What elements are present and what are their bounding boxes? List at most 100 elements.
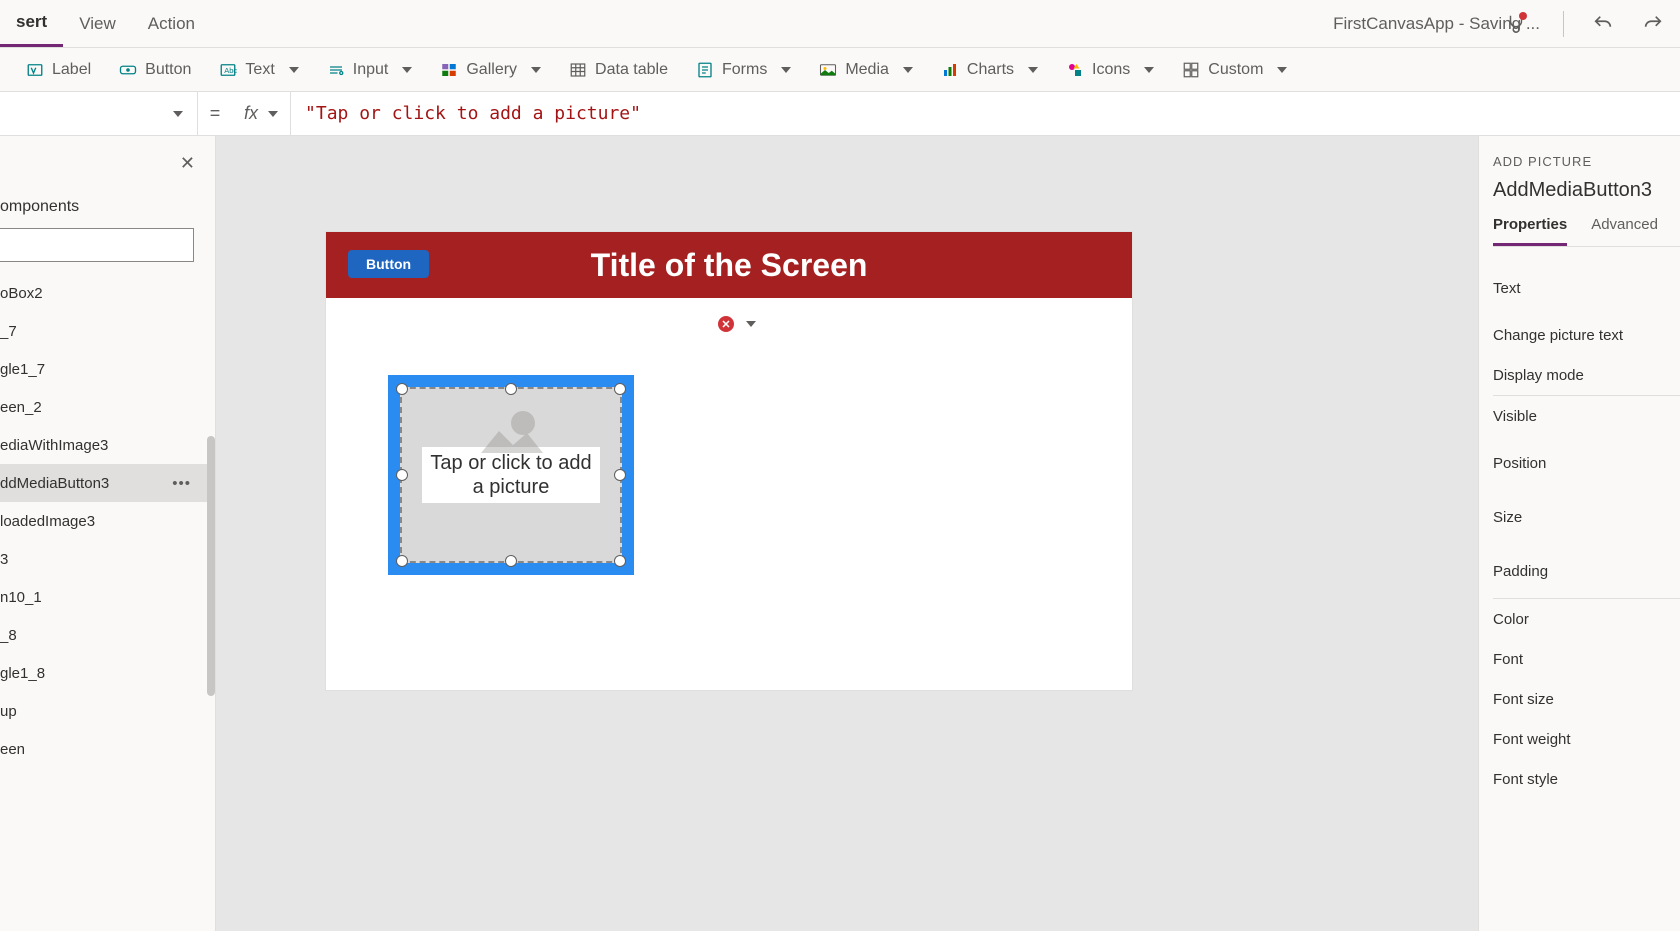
resize-handle[interactable]: [396, 555, 408, 567]
resize-handle[interactable]: [614, 555, 626, 567]
prop-position[interactable]: Position: [1493, 436, 1680, 490]
canvas[interactable]: Button Title of the Screen ✕ Tap or clic…: [216, 136, 1478, 931]
prop-padding[interactable]: Padding: [1493, 544, 1680, 598]
tree-item[interactable]: 3: [0, 540, 215, 578]
screen-title-label: Title of the Screen: [591, 247, 868, 284]
tree-item[interactable]: _8: [0, 616, 215, 654]
ribbon-text[interactable]: Abc Text: [219, 61, 298, 79]
tab-action[interactable]: Action: [132, 0, 211, 47]
properties-panel: ADD PICTURE AddMediaButton3 Properties A…: [1478, 136, 1680, 931]
tree-item[interactable]: gle1_7: [0, 350, 215, 388]
workspace: ✕ omponents oBox2 _7 gle1_7 een_2 ediaWi…: [0, 136, 1680, 931]
ribbon-media[interactable]: Media: [819, 61, 913, 79]
tab-insert[interactable]: sert: [0, 0, 63, 47]
add-media-control[interactable]: Tap or click to add a picture: [388, 375, 634, 575]
prop-font-style[interactable]: Font style: [1493, 759, 1680, 799]
tree-item[interactable]: up: [0, 692, 215, 730]
tab-advanced[interactable]: Advanced: [1591, 216, 1658, 246]
ribbon-button[interactable]: Button: [119, 61, 191, 79]
custom-icon: [1182, 61, 1200, 79]
tree-item[interactable]: ediaWithImage3: [0, 426, 215, 464]
prop-font-size[interactable]: Font size: [1493, 679, 1680, 719]
chevron-down-icon: [173, 111, 183, 117]
tree-item[interactable]: n10_1: [0, 578, 215, 616]
ribbon-label[interactable]: Label: [26, 61, 91, 79]
tree-item[interactable]: ddMediaButton3•••: [0, 464, 215, 502]
canvas-button-control[interactable]: Button: [348, 250, 429, 278]
tree-search-input[interactable]: [0, 228, 194, 262]
chevron-down-icon: [1144, 67, 1154, 73]
tree-list: oBox2 _7 gle1_7 een_2 ediaWithImage3 ddM…: [0, 274, 215, 931]
prop-color[interactable]: Color: [1493, 599, 1680, 639]
tab-view[interactable]: View: [63, 0, 132, 47]
resize-handle[interactable]: [396, 469, 408, 481]
resize-handle[interactable]: [396, 383, 408, 395]
resize-handle[interactable]: [614, 383, 626, 395]
prop-size[interactable]: Size: [1493, 490, 1680, 544]
insert-ribbon: Label Button Abc Text Input Gallery Data…: [0, 48, 1680, 92]
scrollbar-thumb[interactable]: [207, 436, 215, 696]
chevron-down-icon: [402, 67, 412, 73]
title-icons: [1505, 11, 1680, 37]
health-icon[interactable]: [1505, 13, 1535, 35]
title-bar: sert View Action FirstCanvasApp - Saving…: [0, 0, 1680, 48]
chevron-down-icon: [903, 67, 913, 73]
property-list: Text Change picture text Display mode Vi…: [1493, 247, 1680, 931]
ribbon-icons[interactable]: Icons: [1066, 61, 1154, 79]
tab-properties[interactable]: Properties: [1493, 216, 1567, 246]
tree-heading: omponents: [0, 190, 215, 228]
label-icon: [26, 61, 44, 79]
gallery-icon: [440, 61, 458, 79]
control-type-label: ADD PICTURE: [1493, 154, 1680, 169]
input-icon: [327, 61, 345, 79]
ribbon-input[interactable]: Input: [327, 61, 413, 79]
control-name[interactable]: AddMediaButton3: [1493, 179, 1680, 202]
redo-icon[interactable]: [1642, 13, 1664, 35]
chevron-down-icon: [531, 67, 541, 73]
prop-display-mode[interactable]: Display mode: [1493, 355, 1680, 395]
prop-font[interactable]: Font: [1493, 639, 1680, 679]
tree-item[interactable]: oBox2: [0, 274, 215, 312]
icons-icon: [1066, 61, 1084, 79]
screen-preview[interactable]: Button Title of the Screen ✕ Tap or clic…: [326, 232, 1132, 690]
fx-label[interactable]: fx: [232, 92, 291, 135]
tree-item[interactable]: loadedImage3: [0, 502, 215, 540]
media-placeholder: Tap or click to add a picture: [400, 387, 622, 563]
ribbon-charts[interactable]: Charts: [941, 61, 1038, 79]
resize-handle[interactable]: [614, 469, 626, 481]
ribbon-gallery[interactable]: Gallery: [440, 61, 541, 79]
tree-item[interactable]: een_2: [0, 388, 215, 426]
property-tabs: Properties Advanced: [1493, 216, 1680, 247]
formula-input[interactable]: "Tap or click to add a picture": [291, 103, 1680, 124]
app-root: sert View Action FirstCanvasApp - Saving…: [0, 0, 1680, 931]
ribbon-datatable[interactable]: Data table: [569, 61, 668, 79]
property-selector[interactable]: [0, 92, 198, 135]
undo-icon[interactable]: [1592, 13, 1614, 35]
ribbon-custom[interactable]: Custom: [1182, 61, 1287, 79]
main-tabs: sert View Action: [0, 0, 211, 47]
tree-item[interactable]: een: [0, 730, 215, 768]
chevron-down-icon: [781, 67, 791, 73]
prop-text[interactable]: Text: [1493, 261, 1680, 315]
forms-icon: [696, 61, 714, 79]
chevron-down-icon: [1277, 67, 1287, 73]
tree-item[interactable]: _7: [0, 312, 215, 350]
more-icon[interactable]: •••: [172, 475, 191, 492]
tree-item[interactable]: gle1_8: [0, 654, 215, 692]
prop-font-weight[interactable]: Font weight: [1493, 719, 1680, 759]
screen-header: Button Title of the Screen: [326, 232, 1132, 298]
button-icon: [119, 61, 137, 79]
table-icon: [569, 61, 587, 79]
resize-handle[interactable]: [505, 555, 517, 567]
error-indicator[interactable]: ✕: [718, 316, 756, 332]
resize-handle[interactable]: [505, 383, 517, 395]
chevron-down-icon: [746, 321, 756, 327]
close-icon[interactable]: ✕: [180, 153, 195, 174]
prop-change-picture-text[interactable]: Change picture text: [1493, 315, 1680, 355]
charts-icon: [941, 61, 959, 79]
ribbon-forms[interactable]: Forms: [696, 61, 791, 79]
text-icon: Abc: [219, 61, 237, 79]
prop-visible[interactable]: Visible: [1493, 396, 1680, 436]
image-placeholder-icon: [471, 403, 551, 463]
error-icon: ✕: [718, 316, 734, 332]
